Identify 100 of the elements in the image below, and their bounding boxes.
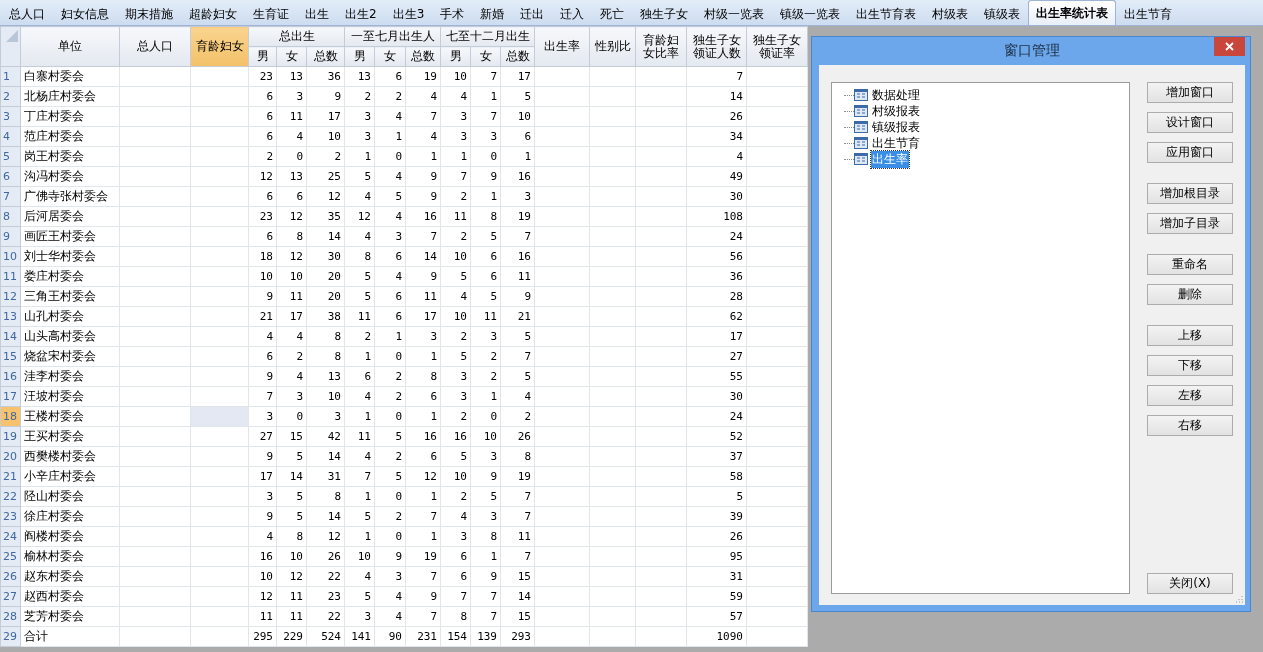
tree-item[interactable]: 出生节育 <box>871 134 921 152</box>
dialog-button[interactable]: 下移 <box>1147 355 1233 376</box>
row-number[interactable]: 21 <box>0 466 21 487</box>
row-number[interactable]: 20 <box>0 446 21 467</box>
close-button[interactable]: 关闭(X) <box>1147 573 1233 594</box>
table-cell: 10 <box>276 266 307 287</box>
table-cell: 7 <box>500 346 535 367</box>
table-cell: 3 <box>470 326 501 347</box>
dialog-button[interactable]: 增加子目录 <box>1147 213 1233 234</box>
row-number[interactable]: 24 <box>0 526 21 547</box>
tab[interactable]: 期末措施 <box>117 2 181 25</box>
row-number[interactable]: 4 <box>0 126 21 147</box>
table-cell: 16 <box>405 426 441 447</box>
table-cell: 2 <box>374 366 406 387</box>
row-number[interactable]: 27 <box>0 586 21 607</box>
tab[interactable]: 死亡 <box>592 2 633 25</box>
table-cell: 2 <box>440 486 471 507</box>
select-all-corner[interactable] <box>0 26 21 67</box>
table-cell: 5 <box>500 86 535 107</box>
tab[interactable]: 村级一览表 <box>696 2 773 25</box>
table-cell: 2 <box>470 346 501 367</box>
tab[interactable]: 独生子女 <box>632 2 697 25</box>
tab[interactable]: 镇级一览表 <box>772 2 849 25</box>
tab[interactable]: 生育证 <box>245 2 297 25</box>
tree-item[interactable]: 数据处理 <box>871 86 921 104</box>
table-cell: 3 <box>306 406 345 427</box>
dialog-button[interactable]: 增加窗口 <box>1147 82 1233 103</box>
column-header: 出生率 <box>534 26 590 67</box>
row-number[interactable]: 19 <box>0 426 21 447</box>
table-cell: 36 <box>306 66 345 87</box>
row-number[interactable]: 17 <box>0 386 21 407</box>
table-cell: 95 <box>686 546 747 567</box>
tab[interactable]: 迁出 <box>512 2 553 25</box>
table-cell: 7 <box>440 586 471 607</box>
dialog-button[interactable]: 上移 <box>1147 325 1233 346</box>
tab[interactable]: 妇女信息 <box>53 2 117 25</box>
tab[interactable]: 出生节育 <box>1116 2 1181 25</box>
table-cell: 49 <box>686 166 747 187</box>
row-number[interactable]: 12 <box>0 286 21 307</box>
row-number[interactable]: 2 <box>0 86 21 107</box>
dialog-button[interactable]: 删除 <box>1147 284 1233 305</box>
tab[interactable]: 镇级表 <box>976 2 1029 25</box>
table-cell: 4 <box>440 86 471 107</box>
tree-item[interactable]: 镇级报表 <box>871 118 921 136</box>
row-number[interactable]: 10 <box>0 246 21 267</box>
tab[interactable]: 总人口 <box>1 2 53 25</box>
tab[interactable]: 出生3 <box>384 2 433 25</box>
dialog-button[interactable]: 增加根目录 <box>1147 183 1233 204</box>
row-number[interactable]: 15 <box>0 346 21 367</box>
row-number[interactable]: 13 <box>0 306 21 327</box>
tab[interactable]: 迁入 <box>552 2 593 25</box>
table-cell: 5 <box>686 486 747 507</box>
row-number[interactable]: 3 <box>0 106 21 127</box>
table-cell: 90 <box>374 626 406 647</box>
row-number[interactable]: 1 <box>0 66 21 87</box>
tab[interactable]: 出生2 <box>337 2 385 25</box>
tab[interactable]: 超龄妇女 <box>181 2 245 25</box>
tab[interactable]: 手术 <box>432 2 473 25</box>
dialog-button[interactable]: 右移 <box>1147 415 1233 436</box>
row-number[interactable]: 14 <box>0 326 21 347</box>
table-cell: 62 <box>686 306 747 327</box>
tab[interactable]: 出生率统计表 <box>1028 0 1117 25</box>
tab[interactable]: 村级表 <box>924 2 977 25</box>
table-icon <box>854 105 868 117</box>
table-cell: 12 <box>306 526 345 547</box>
row-number[interactable]: 16 <box>0 366 21 387</box>
dialog-button[interactable]: 重命名 <box>1147 254 1233 275</box>
table-cell: 1 <box>500 146 535 167</box>
table-cell: 8 <box>470 206 501 227</box>
dialog-button[interactable]: 设计窗口 <box>1147 112 1233 133</box>
table-cell: 231 <box>405 626 441 647</box>
dialog-button[interactable]: 应用窗口 <box>1147 142 1233 163</box>
dialog-button[interactable]: 左移 <box>1147 385 1233 406</box>
table-cell: 7 <box>500 486 535 507</box>
row-number[interactable]: 22 <box>0 486 21 507</box>
resize-grip-icon[interactable] <box>1235 595 1243 603</box>
close-button[interactable] <box>1214 37 1245 56</box>
tree-item[interactable]: 村级报表 <box>871 102 921 120</box>
row-number[interactable]: 18 <box>0 406 21 427</box>
tab[interactable]: 出生 <box>297 2 337 25</box>
row-number[interactable]: 28 <box>0 606 21 627</box>
column-header: 总出生 <box>248 26 345 47</box>
table-cell: 20 <box>306 266 345 287</box>
tab[interactable]: 新婚 <box>472 2 513 25</box>
row-number[interactable]: 11 <box>0 266 21 287</box>
row-number[interactable]: 26 <box>0 566 21 587</box>
row-number[interactable]: 25 <box>0 546 21 567</box>
table-cell: 4 <box>440 506 471 527</box>
row-number[interactable]: 9 <box>0 226 21 247</box>
row-number[interactable]: 5 <box>0 146 21 167</box>
row-number[interactable]: 29 <box>0 626 21 647</box>
row-number[interactable]: 7 <box>0 186 21 207</box>
tab[interactable]: 出生节育表 <box>848 2 925 25</box>
table-cell: 1 <box>405 146 441 167</box>
column-header: 七至十二月出生 <box>440 26 535 47</box>
table-cell: 39 <box>686 506 747 527</box>
row-number[interactable]: 8 <box>0 206 21 227</box>
table-cell: 21 <box>500 306 535 327</box>
row-number[interactable]: 6 <box>0 166 21 187</box>
row-number[interactable]: 23 <box>0 506 21 527</box>
